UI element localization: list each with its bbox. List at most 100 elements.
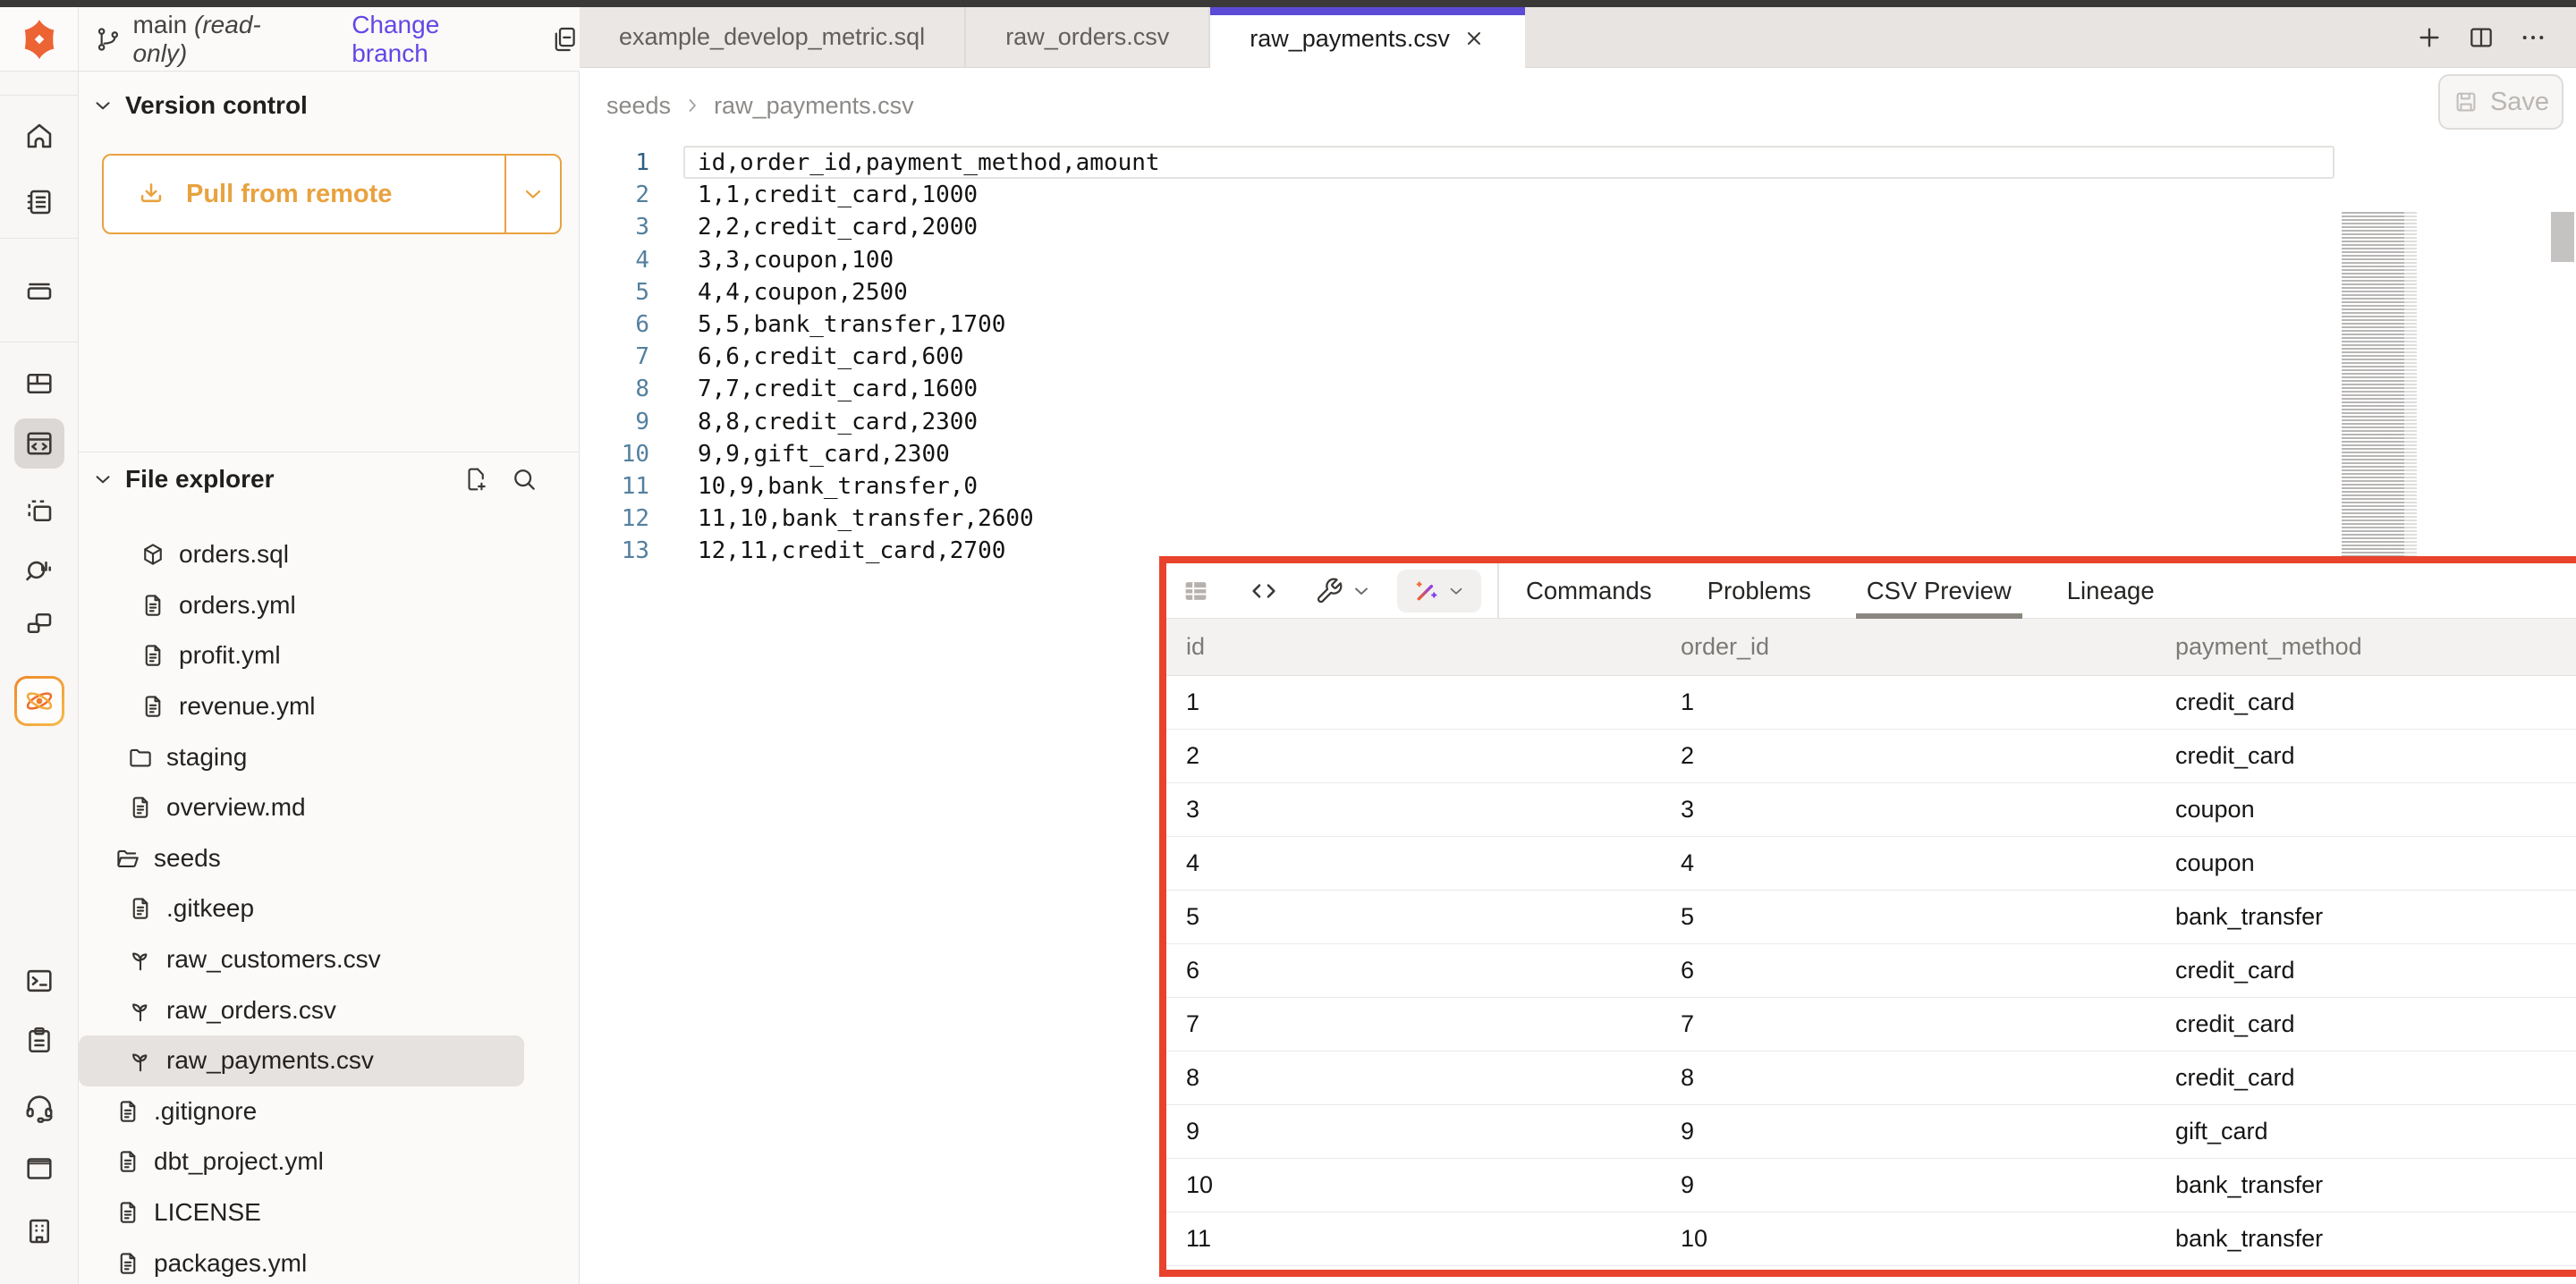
breadcrumb-folder[interactable]: seeds: [606, 92, 671, 120]
file-list: orders.sqlorders.ymlprofit.ymlrevenue.ym…: [79, 529, 580, 1284]
table-cell: 6: [1166, 957, 1661, 984]
search-files-icon[interactable]: [510, 465, 538, 494]
code-editor[interactable]: 12345678910111213 id,order_id,payment_me…: [580, 139, 2576, 628]
file-icon: [114, 1148, 141, 1175]
editor-tab-label: raw_payments.csv: [1250, 25, 1450, 53]
file-item-raw_customers.csv[interactable]: raw_customers.csv: [79, 934, 580, 985]
panel-tab-CSV Preview[interactable]: CSV Preview: [1867, 563, 2012, 619]
column-header-order_id: order_id: [1661, 633, 2156, 661]
jobs-stack-nav-icon[interactable]: [23, 274, 55, 306]
table-cell: 9: [1661, 1171, 2156, 1199]
organization-nav-icon[interactable]: [23, 1215, 55, 1247]
file-item-.gitkeep[interactable]: .gitkeep: [79, 883, 580, 934]
editor-scrollbar-thumb[interactable]: [2551, 212, 2574, 262]
file-item-orders.yml[interactable]: orders.yml: [79, 580, 580, 631]
copilot-wand-dropdown[interactable]: [1397, 570, 1481, 612]
editor-tab-raw_orders.csv[interactable]: raw_orders.csv: [966, 7, 1210, 67]
pull-from-remote-button[interactable]: Pull from remote: [102, 154, 562, 234]
panel-tab-Lineage[interactable]: Lineage: [2067, 563, 2155, 619]
copy-branch-icon[interactable]: [549, 24, 580, 55]
panel-tab-Problems[interactable]: Problems: [1707, 563, 1811, 619]
copilot-atom-icon[interactable]: [14, 676, 64, 726]
file-item-raw_orders.csv[interactable]: raw_orders.csv: [79, 984, 580, 1035]
line-number: 1: [580, 147, 649, 179]
app-logo[interactable]: [0, 7, 79, 72]
panel-tab-label: CSV Preview: [1867, 577, 2012, 605]
file-explorer-header[interactable]: File explorer: [91, 465, 565, 494]
line-number-gutter: 12345678910111213: [580, 147, 649, 568]
pull-options-caret[interactable]: [504, 156, 560, 232]
line-number: 8: [580, 373, 649, 405]
results-table-icon[interactable]: [1181, 576, 1211, 606]
clipboard-nav-icon[interactable]: [23, 1024, 55, 1056]
save-button-label: Save: [2490, 88, 2549, 117]
change-branch-link[interactable]: Change branch: [352, 11, 515, 68]
table-row: 109bank_transfer0: [1166, 1159, 2576, 1212]
file-item-staging[interactable]: staging: [79, 731, 580, 782]
line-number: 7: [580, 341, 649, 373]
left-nav-rail: [0, 72, 79, 1284]
split-editor-icon[interactable]: [2467, 23, 2496, 52]
editor-tab-label: raw_orders.csv: [1005, 23, 1169, 51]
file-item-packages.yml[interactable]: packages.yml: [79, 1238, 580, 1284]
panel-tab-label: Commands: [1526, 577, 1652, 605]
editor-tab-list: example_develop_metric.sql raw_orders.csv…: [580, 7, 1525, 67]
code-editor-nav-icon[interactable]: [23, 427, 55, 460]
file-item-dbt_project.yml[interactable]: dbt_project.yml: [79, 1136, 580, 1187]
breadcrumb-file[interactable]: raw_payments.csv: [714, 92, 914, 120]
editor-tab-label: example_develop_metric.sql: [619, 23, 925, 51]
file-item-overview.md[interactable]: overview.md: [79, 782, 580, 833]
rail-divider: [0, 95, 79, 96]
support-headset-nav-icon[interactable]: [23, 1092, 55, 1124]
file-item-.gitignore[interactable]: .gitignore: [79, 1086, 580, 1137]
file-item-LICENSE[interactable]: LICENSE: [79, 1187, 580, 1238]
windows-nav-icon[interactable]: [23, 607, 55, 639]
file-item-seeds[interactable]: seeds: [79, 833, 580, 884]
table-cell: 3: [1166, 796, 1661, 824]
download-icon: [136, 179, 166, 209]
file-sidebar: Version control Pull from remote File ex…: [79, 72, 580, 1284]
table-cell: 9: [1661, 1118, 2156, 1145]
file-item-raw_payments.csv[interactable]: raw_payments.csv: [79, 1035, 524, 1086]
notebook-nav-icon[interactable]: [23, 186, 55, 218]
terminal-nav-icon[interactable]: [23, 965, 55, 997]
new-file-icon[interactable]: [462, 465, 490, 494]
build-tools-dropdown[interactable]: [1315, 577, 1372, 605]
file-item-orders.sql[interactable]: orders.sql: [79, 529, 580, 580]
code-content[interactable]: id,order_id,payment_method,amount1,1,cre…: [698, 147, 1160, 568]
explore-search-nav-icon[interactable]: [23, 553, 55, 586]
seed-icon: [127, 997, 154, 1024]
file-icon: [140, 693, 166, 720]
csv-table-body: 11credit_card100022credit_card200033coup…: [1166, 676, 2576, 1277]
browser-nav-icon[interactable]: [23, 1153, 55, 1185]
panel-tab-Commands[interactable]: Commands: [1526, 563, 1652, 619]
new-tab-icon[interactable]: [2415, 23, 2444, 52]
editor-tab-raw_payments.csv[interactable]: raw_payments.csv: [1210, 7, 1525, 70]
table-cell: bank_transfer: [2156, 1225, 2576, 1253]
line-number: 9: [580, 406, 649, 438]
more-options-icon[interactable]: [2519, 23, 2547, 52]
table-row: 22credit_card2000: [1166, 730, 2576, 783]
home-nav-icon[interactable]: [23, 120, 55, 152]
version-control-title: Version control: [125, 91, 308, 120]
save-button[interactable]: Save: [2438, 74, 2563, 130]
window-top-edge: [0, 0, 2576, 7]
compiled-code-icon[interactable]: [1249, 576, 1279, 606]
file-item-revenue.yml[interactable]: revenue.yml: [79, 681, 580, 732]
table-cell: credit_card: [2156, 1010, 2576, 1038]
table-cell: 1: [1166, 688, 1661, 716]
dashboard-nav-icon[interactable]: [23, 367, 55, 400]
code-line: 7,7,credit_card,1600: [698, 373, 1160, 405]
file-name: .gitkeep: [166, 894, 254, 923]
code-line: 6,6,credit_card,600: [698, 341, 1160, 373]
canvas-nav-icon[interactable]: [23, 495, 55, 528]
line-number: 11: [580, 470, 649, 503]
editor-tab-example_develop_metric.sql[interactable]: example_develop_metric.sql: [580, 7, 966, 67]
close-x-icon: [1462, 27, 1486, 50]
table-cell: 10: [1166, 1171, 1661, 1199]
version-control-header[interactable]: Version control: [91, 91, 308, 120]
file-item-profit.yml[interactable]: profit.yml: [79, 630, 580, 681]
bottom-panel-tab-list: Commands Problems CSV Preview Lineage: [1526, 563, 2155, 619]
table-cell: 5: [1166, 903, 1661, 931]
close-tab-icon[interactable]: [1462, 27, 1486, 50]
